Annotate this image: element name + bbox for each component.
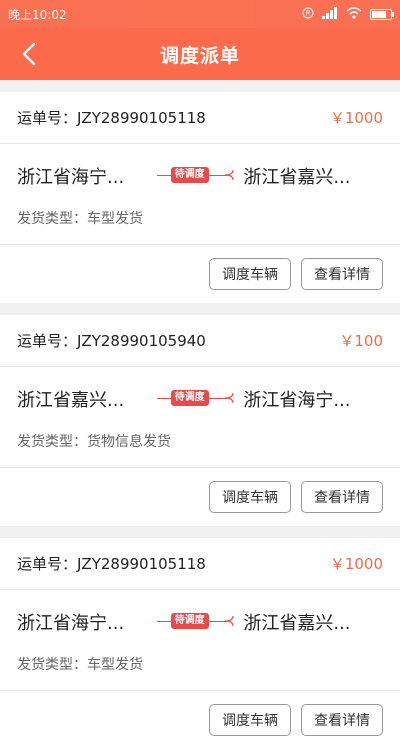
view-details-button[interactable]: 查看详情	[301, 704, 383, 736]
route-row: 浙江省海宁... 待调度 浙江省嘉兴...	[0, 144, 400, 208]
status-icons: R	[302, 6, 394, 22]
nav-bar: 调度派单	[0, 28, 400, 80]
card-actions: 调度车辆 查看详情	[0, 691, 400, 749]
status-badge: 待调度	[170, 390, 209, 406]
order-header: 运单号：JZY28990105940 ￥100	[0, 315, 400, 367]
order-price: ￥1000	[329, 109, 383, 127]
order-number: 运单号：JZY28990105940	[17, 332, 206, 350]
destination-city: 浙江省嘉兴...	[243, 167, 351, 188]
signal-icon	[322, 6, 338, 22]
route-arrow-icon	[224, 169, 234, 181]
status-bar: 晚上10:02 R	[0, 0, 400, 28]
order-card[interactable]: 运单号：JZY28990105118 ￥1000 浙江省海宁... 待调度 浙江…	[0, 92, 400, 303]
dispatch-vehicle-button[interactable]: 调度车辆	[209, 481, 291, 513]
view-details-button[interactable]: 查看详情	[301, 258, 383, 290]
order-list: 运单号：JZY28990105118 ￥1000 浙江省海宁... 待调度 浙江…	[0, 80, 400, 749]
shipping-type: 发货类型：车型发货	[0, 654, 400, 691]
route-arrow-icon	[224, 392, 234, 404]
origin-city: 浙江省海宁...	[17, 167, 125, 188]
status-badge: 待调度	[170, 167, 209, 183]
page-title: 调度派单	[159, 44, 240, 67]
destination-city: 浙江省嘉兴...	[243, 613, 351, 634]
chevron-left-icon	[22, 42, 36, 66]
status-tag: 待调度	[156, 387, 244, 411]
card-actions: 调度车辆 查看详情	[0, 245, 400, 303]
status-tag: 待调度	[156, 610, 244, 634]
dispatch-vehicle-button[interactable]: 调度车辆	[209, 704, 291, 736]
status-badge: 待调度	[170, 613, 209, 629]
order-card[interactable]: 运单号：JZY28990105940 ￥100 浙江省嘉兴... 待调度 浙江省…	[0, 315, 400, 526]
destination-city: 浙江省海宁...	[243, 390, 351, 411]
order-number: 运单号：JZY28990105118	[17, 555, 206, 573]
order-price: ￥1000	[329, 555, 383, 573]
route-row: 浙江省嘉兴... 待调度 浙江省海宁...	[0, 367, 400, 431]
order-price: ￥100	[339, 332, 383, 350]
origin-city: 浙江省海宁...	[17, 613, 125, 634]
route-arrow-icon	[224, 615, 234, 627]
shipping-type: 发货类型：货物信息发货	[0, 431, 400, 468]
origin-city: 浙江省嘉兴...	[17, 390, 125, 411]
card-actions: 调度车辆 查看详情	[0, 468, 400, 526]
wifi-icon	[346, 6, 362, 22]
alarm-icon: R	[302, 7, 314, 22]
order-card[interactable]: 运单号：JZY28990105118 ￥1000 浙江省海宁... 待调度 浙江…	[0, 538, 400, 749]
view-details-button[interactable]: 查看详情	[301, 481, 383, 513]
status-tag: 待调度	[156, 164, 244, 188]
status-time: 晚上10:02	[8, 7, 67, 22]
order-number: 运单号：JZY28990105118	[17, 109, 206, 127]
battery-level	[372, 10, 386, 18]
back-button[interactable]	[14, 38, 44, 70]
route-row: 浙江省海宁... 待调度 浙江省嘉兴...	[0, 590, 400, 654]
dispatch-vehicle-button[interactable]: 调度车辆	[209, 258, 291, 290]
shipping-type: 发货类型：车型发货	[0, 208, 400, 245]
battery-icon	[370, 8, 394, 20]
order-header: 运单号：JZY28990105118 ￥1000	[0, 92, 400, 144]
order-header: 运单号：JZY28990105118 ￥1000	[0, 538, 400, 590]
svg-text:R: R	[306, 9, 311, 17]
